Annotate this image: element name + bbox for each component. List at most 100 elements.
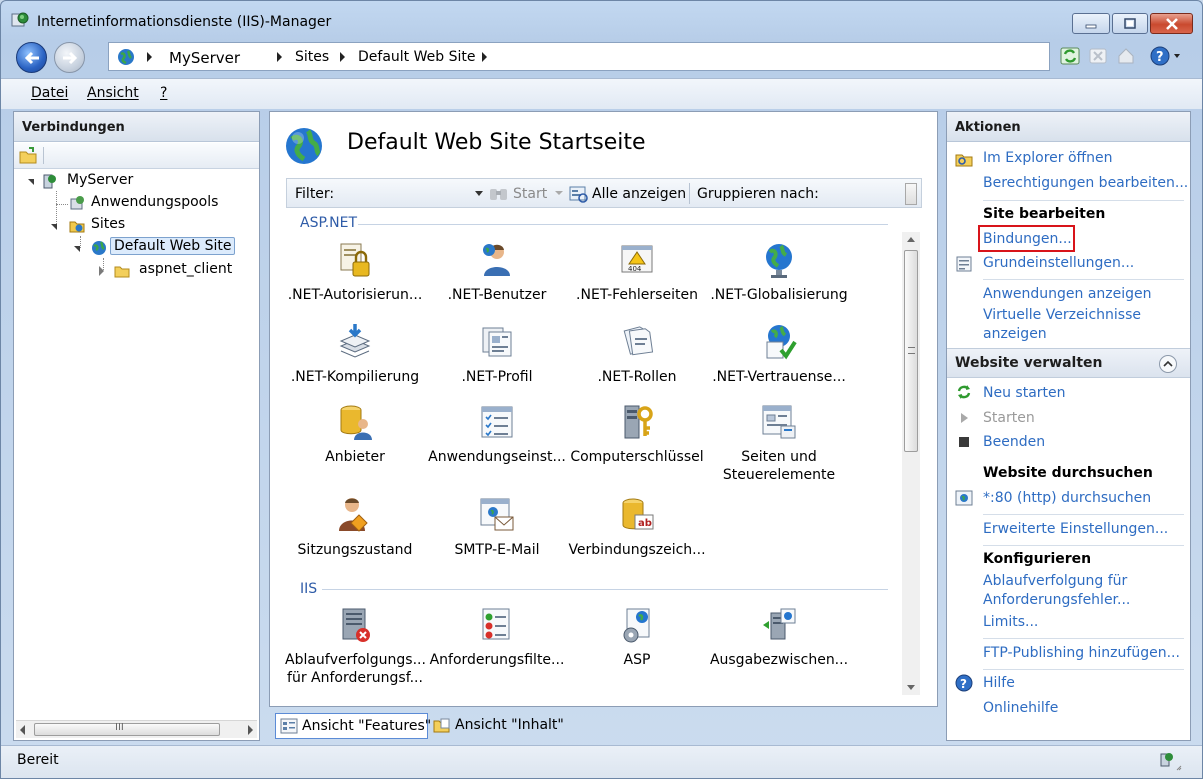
breadcrumb-separator-icon [482, 52, 487, 62]
connect-folder-icon[interactable] [18, 146, 38, 166]
tree-item-default-web-site[interactable]: Default Web Site [110, 237, 236, 255]
feature-tile[interactable]: Anwendungseinst... [427, 402, 567, 466]
action-view-applications[interactable]: Anwendungen anzeigen [983, 284, 1152, 304]
action-edit-permissions[interactable]: Berechtigungen bearbeiten... [983, 173, 1188, 193]
feature-tile[interactable]: .NET-Benutzer [427, 240, 567, 304]
maximize-button[interactable] [1112, 13, 1148, 34]
features-vscroll[interactable] [902, 232, 920, 695]
toolbar-separator [43, 147, 44, 164]
feature-tile[interactable]: .NET-Autorisierun... [285, 240, 425, 304]
action-failed-request-tracing[interactable]: Ablaufverfolgung für [983, 571, 1127, 591]
tree-item-aspnet-client[interactable]: aspnet_client [139, 261, 232, 277]
connections-hscroll[interactable]: III [16, 720, 257, 738]
action-stop[interactable]: Beenden [983, 432, 1045, 452]
feature-tile[interactable]: Anbieter [285, 402, 425, 466]
feature-tile[interactable]: .NET-Rollen [567, 322, 707, 386]
filter-dropdown-icon[interactable] [475, 191, 483, 196]
feature-tile[interactable]: .NET-Profil [427, 322, 567, 386]
stop-square-icon [959, 437, 969, 447]
feature-label: .NET-Kompilierung [290, 369, 420, 385]
menu-bar: Datei Ansicht ? [1, 78, 1202, 109]
feature-tile[interactable]: ASP [567, 605, 707, 669]
menu-datei[interactable]: Datei [31, 85, 68, 101]
collapse-chevron-icon[interactable] [1158, 354, 1178, 374]
refresh-button[interactable] [1058, 44, 1082, 68]
action-basic-settings[interactable]: Grundeinstellungen... [983, 253, 1134, 273]
feature-label: .NET-Autorisierun... [287, 287, 423, 303]
pages-controls-icon [762, 405, 796, 439]
svg-text:?: ? [960, 677, 967, 691]
minimize-button[interactable] [1072, 13, 1110, 34]
expander-site-icon[interactable] [74, 246, 80, 252]
start-filter-button[interactable]: Start [513, 186, 547, 202]
feature-tile[interactable]: .NET-Globalisierung [709, 240, 849, 304]
tree-line [56, 204, 68, 205]
close-button[interactable] [1150, 13, 1193, 34]
tab-features-label: Ansicht "Features" [302, 718, 432, 734]
action-browse-80[interactable]: *:80 (http) durchsuchen [983, 488, 1151, 508]
action-failed-request-tracing-line2[interactable]: Anforderungsfehler... [983, 590, 1130, 610]
breadcrumb-site[interactable]: Default Web Site [358, 49, 475, 65]
breadcrumb-sites[interactable]: Sites [295, 49, 329, 65]
machine-key-icon [624, 405, 653, 439]
scroll-right-icon[interactable] [248, 725, 253, 735]
tree-item-app-pools[interactable]: Anwendungspools [91, 194, 218, 210]
action-view-vdirs-line2[interactable]: anzeigen [983, 324, 1047, 344]
scroll-left-icon[interactable] [20, 725, 25, 735]
action-add-ftp[interactable]: FTP-Publishing hinzufügen... [983, 643, 1180, 663]
action-restart[interactable]: Neu starten [983, 383, 1066, 403]
action-help[interactable]: Hilfe [983, 673, 1015, 693]
feature-tile[interactable]: Anforderungsfilte... [427, 605, 567, 669]
title-bar: Internetinformationsdienste (IIS)-Manage… [1, 1, 1202, 39]
group-by-label[interactable]: Gruppieren nach: [697, 186, 819, 202]
address-bar[interactable]: MyServer Sites Default Web Site [108, 42, 1050, 71]
expander-aspnet-icon[interactable] [99, 266, 104, 276]
error-404-icon: 404 [621, 245, 653, 273]
back-button[interactable] [16, 42, 47, 73]
action-online-help[interactable]: Onlinehilfe [983, 698, 1058, 718]
feature-tile[interactable]: ab Verbindungszeich... [567, 495, 707, 559]
filter-separator [689, 183, 690, 204]
help-dropdown-button[interactable]: ? [1148, 44, 1184, 68]
breadcrumb-server[interactable]: MyServer [169, 49, 240, 67]
smtp-mail-icon [480, 498, 514, 531]
action-view-vdirs[interactable]: Virtuelle Verzeichnisse [983, 305, 1141, 325]
menu-ansicht[interactable]: Ansicht [87, 85, 139, 101]
feature-tile[interactable]: Sitzungszustand [285, 495, 425, 559]
action-start[interactable]: Starten [983, 408, 1035, 428]
features-header: Default Web Site Startseite [270, 112, 937, 174]
expander-server-icon[interactable] [28, 179, 34, 185]
scroll-down-icon[interactable] [907, 685, 915, 690]
tree-item-sites[interactable]: Sites [91, 216, 125, 232]
help-icon: ? [1150, 46, 1180, 66]
feature-tile[interactable]: .NET-Kompilierung [285, 322, 425, 386]
hscroll-thumb[interactable]: III [34, 722, 220, 736]
forward-button[interactable] [54, 42, 85, 73]
feature-tile[interactable]: SMTP-E-Mail [427, 495, 567, 559]
vscroll-thumb[interactable] [904, 250, 918, 452]
action-advanced-settings[interactable]: Erweiterte Einstellungen... [983, 519, 1168, 539]
feature-label: .NET-Vertrauense... [712, 369, 846, 385]
stop-nav-button[interactable] [1086, 44, 1110, 68]
scroll-up-icon[interactable] [907, 237, 915, 242]
session-state-icon [339, 498, 368, 532]
tab-features-view[interactable]: Ansicht "Features" [275, 713, 432, 739]
home-button[interactable] [1114, 44, 1138, 68]
feature-tile[interactable]: Ablaufverfolgungs... für Anforderungsf... [285, 605, 426, 687]
filter-overflow-button[interactable] [905, 183, 917, 205]
feature-tile[interactable]: Ausgabezwischen... [709, 605, 849, 669]
feature-tile[interactable]: 404 .NET-Fehlerseiten [567, 240, 707, 304]
feature-tile[interactable]: Computerschlüssel [567, 402, 707, 466]
feature-tile[interactable]: .NET-Vertrauense... [709, 322, 849, 386]
filter-input[interactable] [339, 182, 487, 204]
action-limits[interactable]: Limits... [983, 612, 1038, 632]
show-all-button[interactable]: Alle anzeigen [592, 186, 686, 202]
tree-item-server[interactable]: MyServer [67, 172, 133, 188]
feature-tile[interactable]: Seiten und Steuerelemente [709, 402, 849, 484]
highlight-box [978, 225, 1075, 252]
expander-sites-icon[interactable] [51, 224, 57, 230]
menu-help[interactable]: ? [160, 85, 167, 101]
start-dropdown-icon[interactable] [555, 191, 563, 195]
action-explore[interactable]: Im Explorer öffnen [983, 148, 1113, 168]
tab-content-view[interactable]: Ansicht "Inhalt" [429, 713, 569, 739]
